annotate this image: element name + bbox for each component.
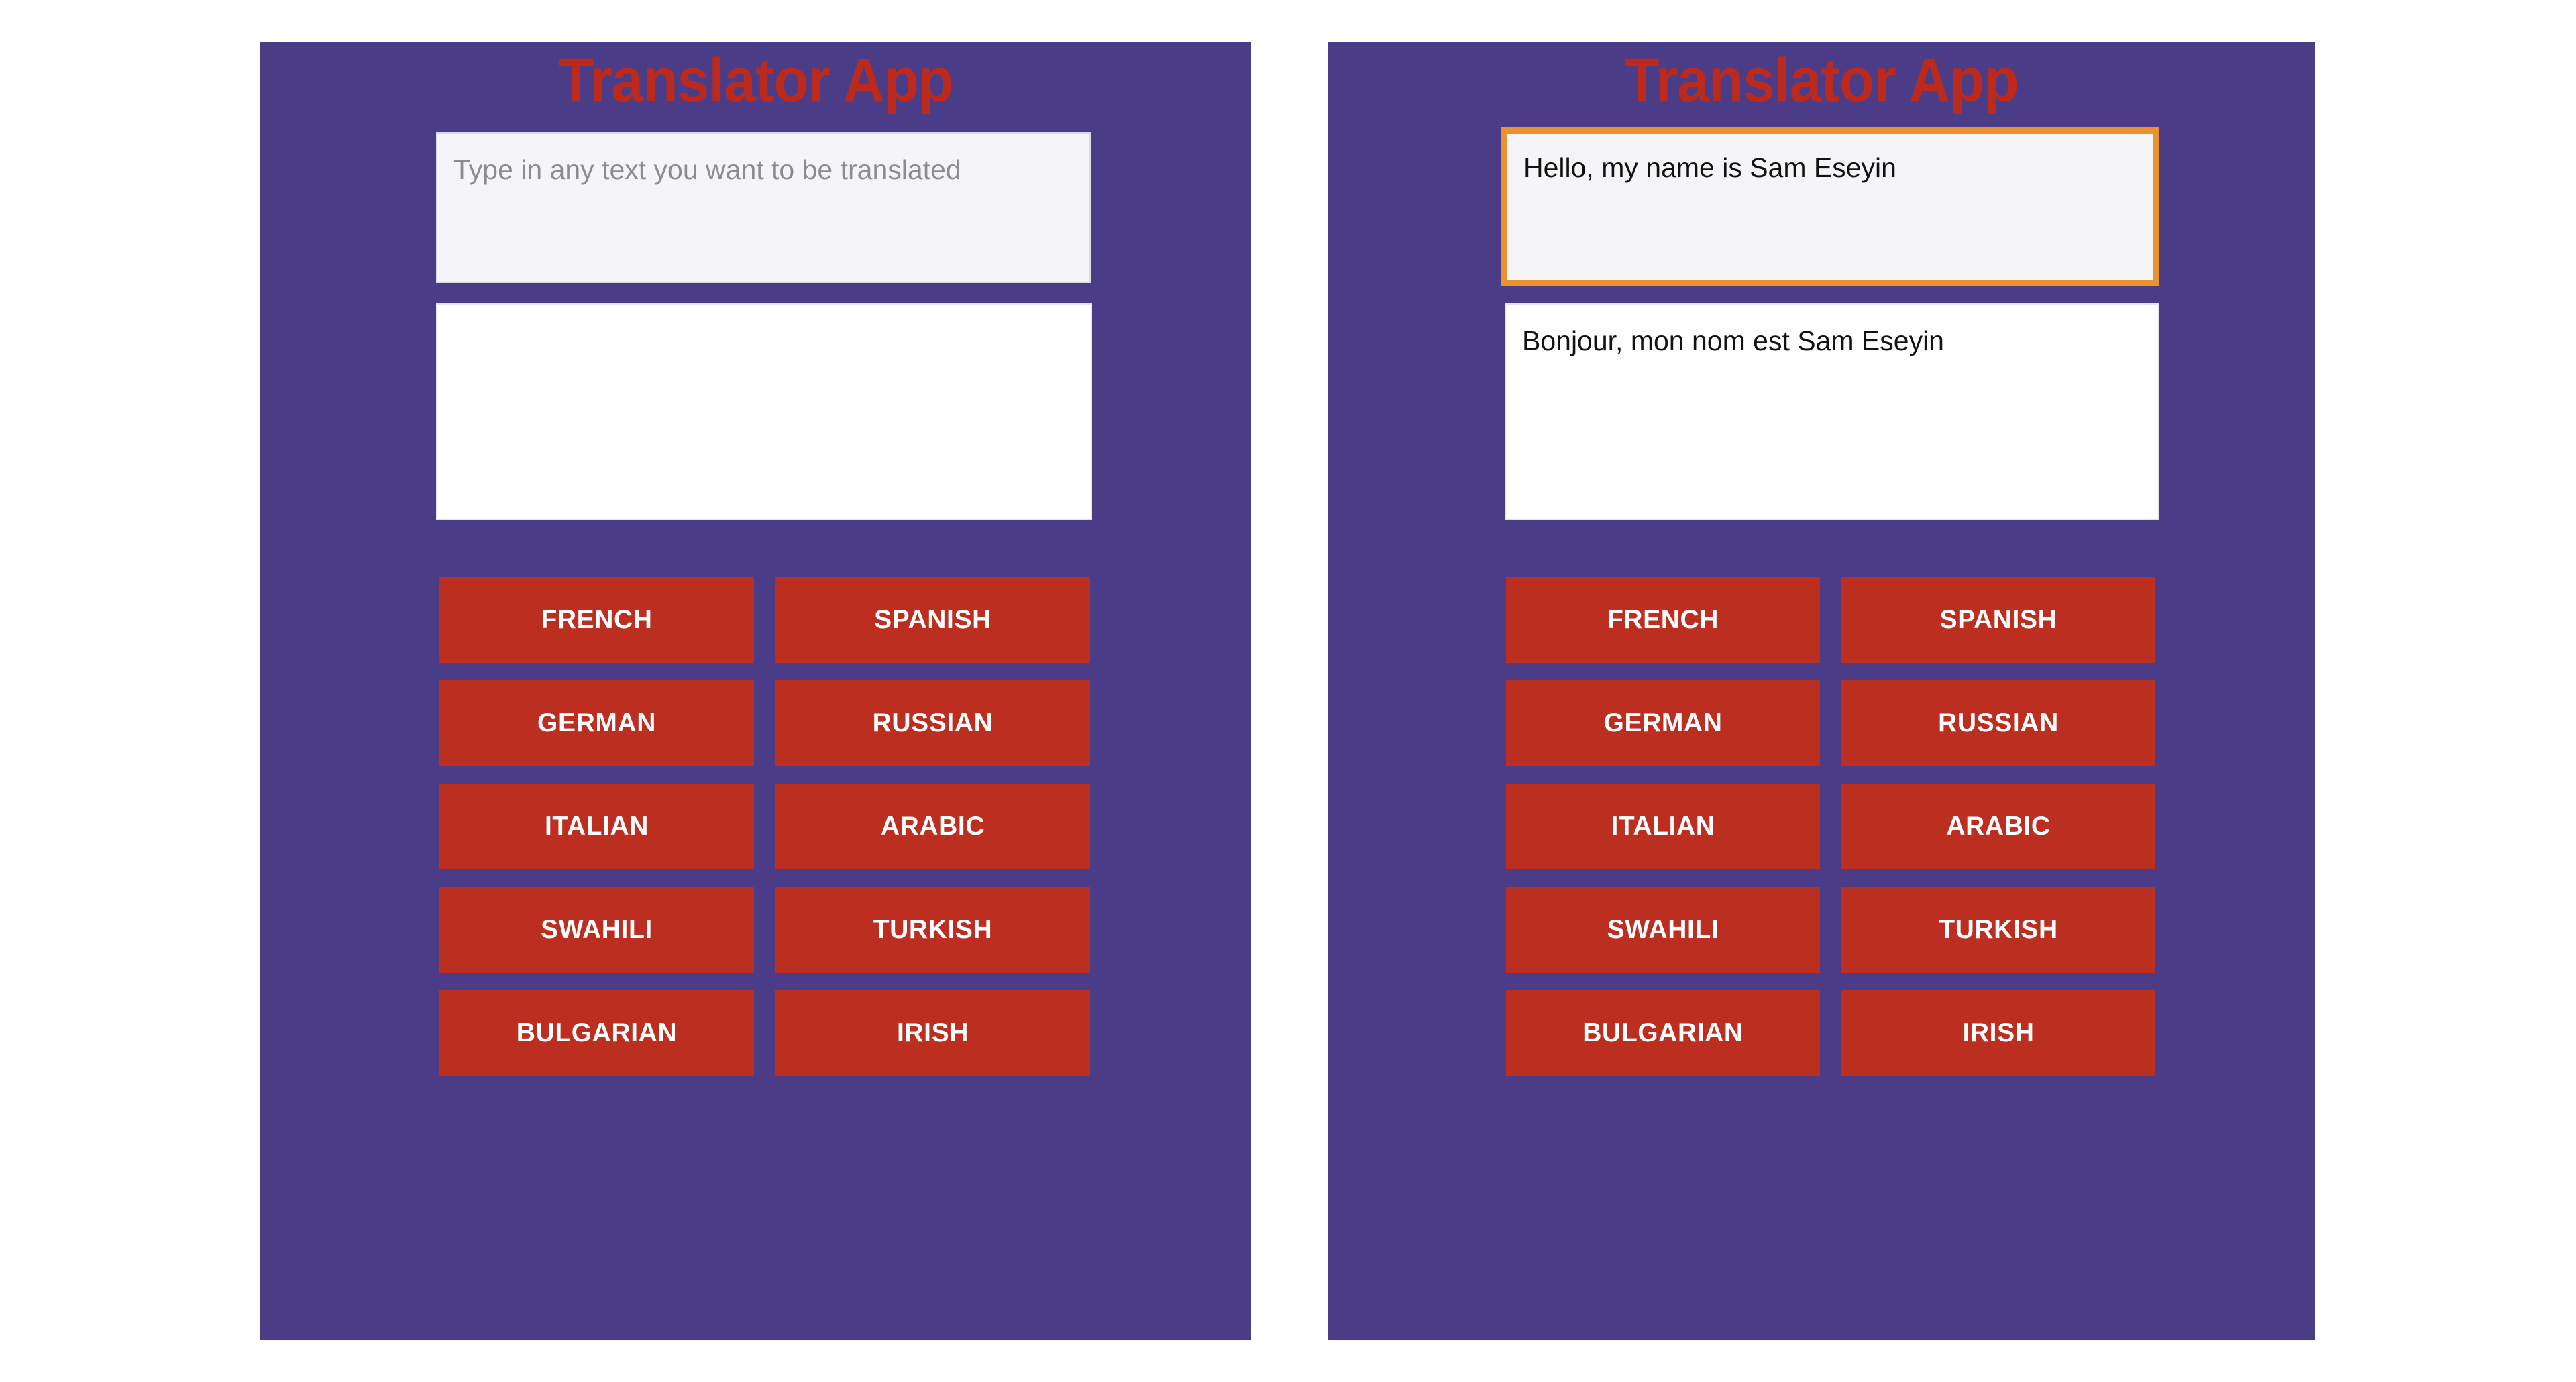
language-button-russian[interactable]: RUSSIAN	[775, 680, 1090, 766]
language-button-bulgarian[interactable]: BULGARIAN	[439, 990, 754, 1076]
language-button-russian[interactable]: RUSSIAN	[1841, 680, 2155, 766]
language-button-bulgarian[interactable]: BULGARIAN	[1506, 990, 1820, 1076]
language-button-spanish[interactable]: SPANISH	[775, 577, 1090, 663]
source-text-input[interactable]: Type in any text you want to be translat…	[436, 132, 1091, 283]
language-button-french[interactable]: FRENCH	[1506, 577, 1820, 663]
language-button-italian[interactable]: ITALIAN	[1506, 784, 1820, 869]
language-button-swahili[interactable]: SWAHILI	[439, 887, 754, 973]
screenshot-canvas: Translator App Type in any text you want…	[0, 0, 2576, 1382]
language-button-swahili[interactable]: SWAHILI	[1506, 887, 1820, 973]
translated-text-output: Bonjour, mon nom est Sam Eseyin	[1505, 303, 2159, 520]
language-button-irish[interactable]: IRISH	[1841, 990, 2155, 1076]
language-button-turkish[interactable]: TURKISH	[775, 887, 1090, 973]
language-button-irish[interactable]: IRISH	[775, 990, 1090, 1076]
language-button-grid: FRENCH SPANISH GERMAN RUSSIAN ITALIAN AR…	[1506, 577, 2155, 1076]
language-button-arabic[interactable]: ARABIC	[775, 784, 1090, 869]
language-button-spanish[interactable]: SPANISH	[1841, 577, 2155, 663]
language-button-arabic[interactable]: ARABIC	[1841, 784, 2155, 869]
language-button-german[interactable]: GERMAN	[439, 680, 754, 766]
language-button-german[interactable]: GERMAN	[1506, 680, 1820, 766]
language-button-turkish[interactable]: TURKISH	[1841, 887, 2155, 973]
translated-text-output	[436, 303, 1092, 520]
language-button-grid: FRENCH SPANISH GERMAN RUSSIAN ITALIAN AR…	[439, 577, 1090, 1076]
language-button-italian[interactable]: ITALIAN	[439, 784, 754, 869]
source-text-input[interactable]: Hello, my name is Sam Eseyin	[1501, 127, 2159, 286]
page-title: Translator App	[558, 46, 954, 115]
page-title: Translator App	[1624, 46, 2019, 115]
app-screen-translated-state: Translator App Hello, my name is Sam Ese…	[1328, 42, 2315, 1340]
app-screen-empty-state: Translator App Type in any text you want…	[260, 42, 1251, 1340]
language-button-french[interactable]: FRENCH	[439, 577, 754, 663]
